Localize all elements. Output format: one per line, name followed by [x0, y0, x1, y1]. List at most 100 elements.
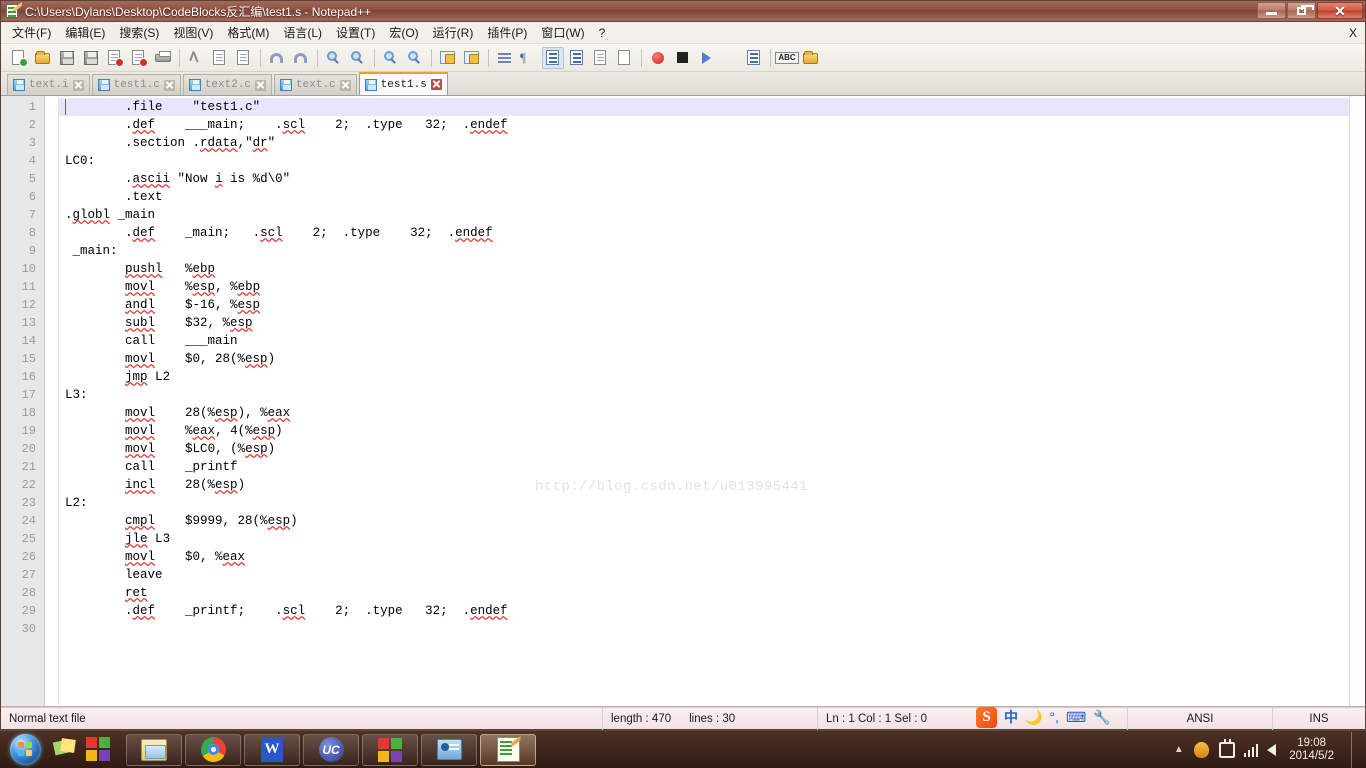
taskbar-uc[interactable]: UC: [303, 733, 359, 766]
menu-help[interactable]: ?: [592, 24, 613, 42]
restore-button[interactable]: [1287, 2, 1316, 19]
close-file-icon[interactable]: [104, 47, 126, 69]
zoom-out-icon[interactable]: [404, 47, 426, 69]
code-text-area[interactable]: .file "test1.c" .def ___main; .scl 2; .t…: [59, 96, 1349, 706]
moon-icon[interactable]: 🌙: [1025, 709, 1042, 726]
status-bar: Normal text file length : 470 lines : 30…: [1, 707, 1365, 730]
vertical-scrollbar[interactable]: [1349, 96, 1365, 706]
line-number: 25: [21, 532, 36, 546]
tab-text2-c[interactable]: text2.c: [182, 74, 273, 95]
line-number: 21: [21, 460, 36, 474]
spellcheck-underline: pushl: [125, 262, 163, 276]
qq-icon[interactable]: [1193, 740, 1210, 759]
new-file-icon[interactable]: [8, 47, 30, 69]
tab-label: text.i: [29, 79, 69, 91]
menu-bar: 文件(F) 编辑(E) 搜索(S) 视图(V) 格式(M) 语言(L) 设置(T…: [1, 22, 1365, 44]
indent-guide-icon[interactable]: [542, 46, 564, 69]
tab-close-icon[interactable]: [255, 79, 267, 91]
tab-text-i[interactable]: text.i: [7, 74, 90, 95]
network-icon[interactable]: [86, 736, 112, 763]
sync-horizontal-icon[interactable]: [461, 47, 483, 69]
save-icon[interactable]: [56, 47, 78, 69]
tab-test1-c[interactable]: test1.c: [91, 74, 181, 95]
user-defined-dialog-icon[interactable]: [566, 47, 588, 69]
sync-vertical-icon[interactable]: [437, 47, 459, 69]
punctuation-icon[interactable]: °,: [1049, 709, 1059, 725]
network-signal-icon[interactable]: [1243, 743, 1259, 757]
tab-close-icon[interactable]: [430, 79, 442, 90]
tab-close-icon[interactable]: [163, 79, 175, 91]
code-line: movl $0, %eax: [125, 550, 246, 564]
line-number: 23: [21, 496, 36, 510]
minimize-button[interactable]: [1257, 2, 1286, 19]
volume-icon[interactable]: [1267, 743, 1277, 756]
toolbox-icon[interactable]: 🔧: [1093, 709, 1110, 726]
spell-check-icon[interactable]: ABC: [775, 47, 799, 69]
menu-search[interactable]: 搜索(S): [112, 22, 166, 43]
taskbar-chrome[interactable]: [185, 733, 241, 766]
replace-icon[interactable]: [347, 47, 369, 69]
save-all-icon[interactable]: [80, 47, 102, 69]
show-doc-map-icon[interactable]: [590, 47, 612, 69]
spellcheck-underline: movl: [125, 550, 156, 564]
menu-view[interactable]: 视图(V): [166, 22, 220, 43]
menu-window[interactable]: 窗口(W): [534, 22, 591, 43]
play-macro-icon[interactable]: [695, 47, 717, 69]
print-icon[interactable]: [152, 47, 174, 69]
fast-play-macro-icon[interactable]: [719, 47, 741, 69]
clock[interactable]: 19:08 2014/5/2: [1285, 737, 1338, 763]
line-number: 6: [28, 190, 36, 204]
spellcheck-underline: eax: [267, 406, 291, 420]
menu-format[interactable]: 格式(M): [220, 22, 276, 43]
find-icon[interactable]: [323, 47, 345, 69]
sogou-ime-toolbar[interactable]: S 中 🌙 °, ⌨ 🔧: [976, 705, 1111, 729]
tab-test1-s[interactable]: test1.s: [358, 72, 448, 95]
redo-icon[interactable]: [290, 47, 312, 69]
menu-macro[interactable]: 宏(O): [382, 22, 425, 43]
soft-keyboard-icon[interactable]: ⌨: [1066, 709, 1086, 726]
taskbar-wps[interactable]: W: [244, 733, 300, 766]
safely-remove-icon[interactable]: [1218, 738, 1235, 758]
tab-label: test1.s: [380, 78, 427, 91]
taskbar-controlpanel[interactable]: [421, 733, 477, 766]
menu-settings[interactable]: 设置(T): [329, 22, 382, 43]
tab-close-icon[interactable]: [72, 79, 84, 91]
sogou-logo-icon[interactable]: S: [976, 706, 997, 728]
cut-icon[interactable]: [185, 47, 207, 69]
show-hidden-icons-icon[interactable]: ▲: [1174, 744, 1184, 755]
menu-plugins[interactable]: 插件(P): [480, 22, 534, 43]
paste-icon[interactable]: [233, 47, 255, 69]
line-number: 26: [21, 550, 36, 564]
undo-icon[interactable]: [266, 47, 288, 69]
copy-icon[interactable]: [209, 47, 231, 69]
ime-mode-chinese[interactable]: 中: [1004, 707, 1018, 727]
taskbar-notepadpp[interactable]: [480, 733, 536, 766]
menu-run[interactable]: 运行(R): [426, 22, 481, 43]
close-document-button[interactable]: X: [1349, 26, 1357, 40]
status-length-lines: length : 470 lines : 30: [603, 707, 818, 730]
taskbar-windows[interactable]: [362, 733, 418, 766]
open-file-icon[interactable]: [32, 47, 54, 69]
zoom-in-icon[interactable]: [380, 47, 402, 69]
sticky-notes-icon[interactable]: [52, 737, 80, 763]
save-macro-icon[interactable]: [743, 47, 765, 69]
record-macro-icon[interactable]: [647, 47, 669, 69]
run-icon[interactable]: [800, 47, 822, 69]
fold-margin[interactable]: [45, 96, 59, 706]
function-list-icon[interactable]: [614, 47, 636, 69]
close-button[interactable]: ✕: [1317, 2, 1363, 19]
show-all-chars-icon[interactable]: ¶: [518, 47, 540, 69]
taskbar-explorer[interactable]: [126, 733, 182, 766]
word-wrap-icon[interactable]: [494, 47, 516, 69]
tab-close-icon[interactable]: [339, 79, 351, 91]
menu-edit[interactable]: 编辑(E): [58, 22, 112, 43]
show-desktop-button[interactable]: [1351, 731, 1362, 768]
menu-language[interactable]: 语言(L): [276, 22, 329, 43]
spellcheck-underline: movl: [125, 352, 156, 366]
menu-file[interactable]: 文件(F): [5, 22, 58, 43]
close-all-icon[interactable]: [128, 47, 150, 69]
stop-macro-icon[interactable]: [671, 47, 693, 69]
start-orb[interactable]: [2, 733, 48, 767]
line-number: 9: [28, 244, 36, 258]
tab-text-c[interactable]: text.c: [274, 74, 357, 95]
